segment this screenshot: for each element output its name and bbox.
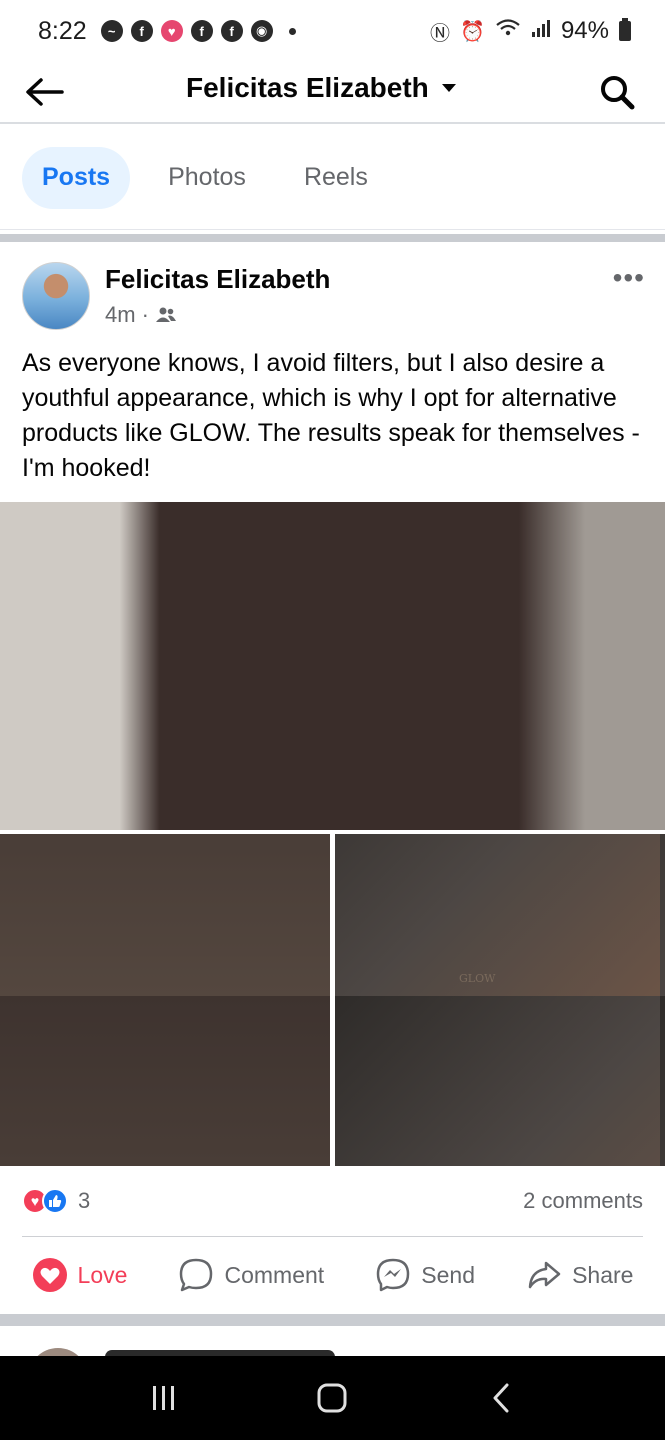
messenger-icon <box>377 1258 410 1292</box>
meta-separator: · <box>141 302 149 327</box>
reaction-count: 3 <box>78 1188 91 1213</box>
home-icon <box>317 1383 347 1413</box>
search-button[interactable] <box>595 70 639 114</box>
profile-tabs: Posts Photos Reels <box>0 126 665 230</box>
messenger-notification-icon: ~ <box>100 20 123 42</box>
share-label: Share <box>572 1261 634 1288</box>
product-label: GLOW <box>459 972 496 985</box>
wifi-icon <box>495 18 521 44</box>
battery-level: 94% <box>560 17 609 44</box>
caret-down-icon <box>441 84 456 92</box>
tab-reels[interactable]: Reels <box>284 147 388 209</box>
post-text: As everyone knows, I avoid filters, but … <box>22 349 640 482</box>
dating-notification-icon: ♥ <box>160 20 183 42</box>
alarm-icon: ⏰ <box>460 20 485 43</box>
home-button[interactable] <box>302 1368 362 1428</box>
reactions-divider <box>22 1236 643 1237</box>
system-nav-bar <box>0 1356 665 1440</box>
post-author-name[interactable]: Felicitas Elizabeth <box>105 264 330 295</box>
back-button[interactable] <box>22 70 66 114</box>
comment-button[interactable]: Comment <box>178 1257 324 1293</box>
top-app-bar: Felicitas Elizabeth <box>0 62 665 124</box>
battery-icon <box>619 18 631 41</box>
post-photo-2[interactable] <box>0 834 330 1166</box>
search-icon <box>601 76 635 110</box>
facebook-notification-icon-2: f <box>190 20 213 42</box>
share-icon <box>528 1261 561 1289</box>
section-separator <box>0 234 665 242</box>
reactions-summary: ♥ 3 2 comments <box>22 1184 643 1218</box>
status-time: 8:22 <box>38 16 87 45</box>
send-button[interactable]: Send <box>375 1257 475 1293</box>
tab-photos[interactable]: Photos <box>148 147 266 209</box>
next-post-avatar <box>28 1348 88 1356</box>
nfc-icon: Ⓝ <box>430 22 451 45</box>
reaction-icons: ♥ <box>22 1188 68 1214</box>
post-meta: 4m · <box>105 302 177 328</box>
status-right: Ⓝ ⏰ 94% <box>430 17 631 46</box>
love-label: Love <box>77 1261 128 1288</box>
recent-apps-button[interactable] <box>134 1368 194 1428</box>
signal-icon <box>531 18 551 44</box>
post-header: Felicitas Elizabeth 4m · ••• <box>0 242 665 338</box>
comment-icon <box>180 1258 213 1292</box>
comment-label: Comment <box>224 1261 325 1288</box>
status-left: 8:22 ~ f ♥ f f ◉ <box>38 17 296 46</box>
reaction-count-button[interactable]: ♥ 3 <box>22 1188 90 1214</box>
recent-apps-icon <box>153 1386 175 1410</box>
status-bar: 8:22 ~ f ♥ f f ◉ Ⓝ ⏰ 94% <box>0 0 665 62</box>
profile-switcher[interactable]: Felicitas Elizabeth <box>186 72 457 104</box>
post-photo-1[interactable] <box>0 502 665 830</box>
more-notifications-dot <box>288 27 296 35</box>
send-label: Send <box>421 1261 475 1288</box>
post-separator <box>0 1314 665 1326</box>
post-actions: Love Comment Send Share <box>0 1250 665 1300</box>
facebook-notification-icon: f <box>130 20 153 42</box>
share-button[interactable]: Share <box>526 1257 633 1293</box>
post-options-button[interactable]: ••• <box>613 262 645 294</box>
post-time[interactable]: 4m <box>105 302 136 328</box>
chevron-left-icon <box>493 1383 509 1413</box>
chrome-notification-icon: ◉ <box>250 20 273 42</box>
tab-posts[interactable]: Posts <box>22 146 131 209</box>
comments-count[interactable]: 2 comments <box>523 1188 643 1214</box>
facebook-notification-icon-3: f <box>220 20 243 42</box>
love-button[interactable]: Love <box>32 1257 128 1293</box>
like-reaction-icon <box>42 1188 68 1214</box>
love-icon <box>32 1258 67 1292</box>
author-avatar[interactable] <box>22 262 90 330</box>
next-post-preview <box>0 1326 665 1356</box>
post-photo-3[interactable]: GLOW <box>335 834 665 1166</box>
page-title: Felicitas Elizabeth <box>186 72 429 103</box>
arrow-left-icon <box>26 78 64 106</box>
friends-icon <box>155 307 176 322</box>
system-back-button[interactable] <box>471 1368 531 1428</box>
